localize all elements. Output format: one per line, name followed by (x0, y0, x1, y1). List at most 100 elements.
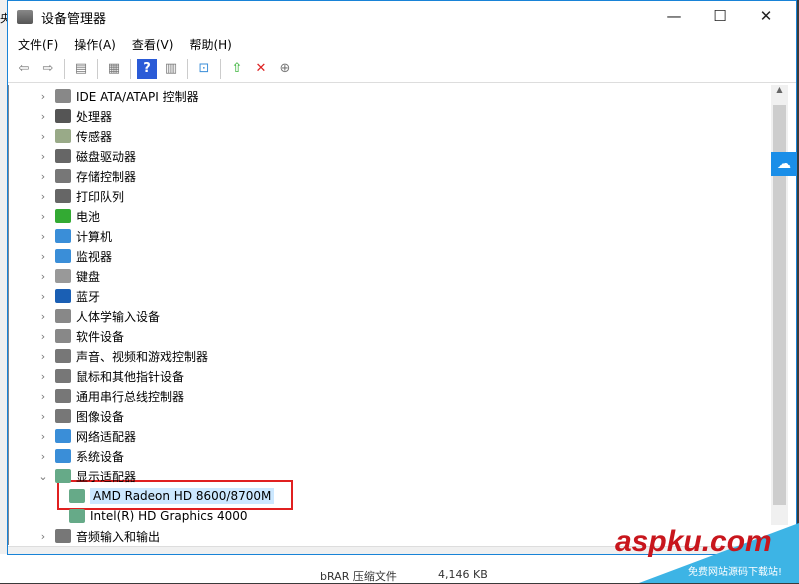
device-label: 处理器 (76, 109, 113, 124)
device-category[interactable]: › 鼠标和其他指针设备 (37, 366, 184, 386)
device-icon (55, 529, 71, 543)
device-category[interactable]: › 打印队列 (37, 186, 124, 206)
window-title: 设备管理器 (41, 11, 107, 27)
device-icon (55, 289, 71, 303)
file-size: 4,146 KB (438, 568, 488, 581)
device-category[interactable]: › 蓝牙 (37, 286, 100, 306)
maximize-button[interactable]: ☐ (697, 1, 743, 31)
device-icon (55, 409, 71, 423)
menu-action[interactable]: 操作(A) (74, 36, 116, 53)
show-hide-console-tree-icon[interactable]: ▤ (71, 59, 91, 79)
device-category[interactable]: › 存储控制器 (37, 166, 136, 186)
device-icon (55, 369, 71, 383)
device-label: 显示适配器 (76, 469, 137, 484)
vertical-scrollbar[interactable]: ▲ (771, 85, 788, 525)
device-label: 传感器 (76, 129, 113, 144)
device-category[interactable]: › 计算机 (37, 226, 112, 246)
cloud-icon[interactable]: ☁ (771, 152, 797, 176)
device-label: 通用串行总线控制器 (76, 389, 185, 404)
minimize-button[interactable]: — (651, 1, 697, 31)
device-icon (69, 509, 85, 523)
forward-icon[interactable]: ⇨ (38, 59, 58, 79)
chevron-right-icon[interactable]: › (37, 110, 49, 123)
chevron-right-icon[interactable]: › (37, 150, 49, 163)
chevron-right-icon[interactable]: › (37, 370, 49, 383)
chevron-right-icon[interactable]: › (37, 170, 49, 183)
chevron-right-icon[interactable]: › (37, 90, 49, 103)
chevron-right-icon[interactable]: › (37, 430, 49, 443)
chevron-right-icon[interactable]: › (37, 350, 49, 363)
device-item[interactable]: Intel(R) HD Graphics 4000 (69, 506, 248, 526)
device-category[interactable]: ⌄ 显示适配器 (37, 466, 136, 486)
menu-help[interactable]: 帮助(H) (189, 36, 231, 53)
device-category[interactable]: › IDE ATA/ATAPI 控制器 (37, 86, 199, 106)
device-category[interactable]: › 通用串行总线控制器 (37, 386, 184, 406)
scan-hardware-icon[interactable]: ⊡ (194, 59, 214, 79)
device-category[interactable]: › 传感器 (37, 126, 112, 146)
device-item[interactable]: AMD Radeon HD 8600/8700M (69, 486, 275, 506)
device-icon (55, 169, 71, 183)
update-driver-icon[interactable]: ⇧ (227, 59, 247, 79)
device-label: 网络适配器 (76, 429, 137, 444)
chevron-right-icon[interactable]: › (37, 270, 49, 283)
device-label: 电池 (76, 209, 101, 224)
chevron-right-icon[interactable]: › (37, 230, 49, 243)
menu-view[interactable]: 查看(V) (132, 36, 174, 53)
help-icon[interactable]: ? (137, 58, 157, 79)
uninstall-device-icon[interactable]: ✕ (251, 59, 271, 79)
device-tree: › IDE ATA/ATAPI 控制器 › 处理器 › 传感器 › 磁盘驱动器 › 存储控制器 › 打… (8, 85, 770, 545)
chevron-right-icon[interactable]: › (37, 290, 49, 303)
watermark-tagline: 免费网站源码下载站! (688, 567, 783, 578)
device-category[interactable]: › 磁盘驱动器 (37, 146, 136, 166)
device-icon (55, 329, 71, 343)
device-category[interactable]: › 图像设备 (37, 406, 124, 426)
device-icon (55, 129, 71, 143)
device-label: 键盘 (76, 269, 101, 284)
device-icon (55, 309, 71, 323)
device-category[interactable]: › 网络适配器 (37, 426, 136, 446)
device-label: 蓝牙 (76, 289, 101, 304)
close-button[interactable]: ✕ (743, 1, 789, 31)
device-label: 人体学输入设备 (76, 309, 161, 324)
device-icon (55, 109, 71, 123)
device-manager-icon (17, 10, 33, 24)
device-category[interactable]: › 电池 (37, 206, 100, 226)
separator (187, 58, 188, 79)
device-category[interactable]: › 监视器 (37, 246, 112, 266)
chevron-right-icon[interactable]: › (37, 190, 49, 203)
action-pane-icon[interactable]: ▥ (161, 59, 181, 79)
device-label: 打印队列 (76, 189, 125, 204)
device-icon (55, 209, 71, 223)
menu-file[interactable]: 文件(F) (18, 36, 58, 53)
back-icon[interactable]: ⇦ (14, 59, 34, 79)
scroll-up-icon[interactable]: ▲ (771, 85, 788, 94)
chevron-down-icon[interactable]: ⌄ (37, 470, 49, 483)
separator (220, 58, 221, 79)
chevron-right-icon[interactable]: › (37, 310, 49, 323)
watermark-logo: aspku.com (615, 525, 772, 558)
chevron-right-icon[interactable]: › (37, 390, 49, 403)
chevron-right-icon[interactable]: › (37, 450, 49, 463)
device-category[interactable]: › 人体学输入设备 (37, 306, 160, 326)
device-category[interactable]: › 软件设备 (37, 326, 124, 346)
device-category[interactable]: › 声音、视频和游戏控制器 (37, 346, 208, 366)
device-icon (69, 489, 85, 503)
chevron-right-icon[interactable]: › (37, 210, 49, 223)
chevron-right-icon[interactable]: › (37, 250, 49, 263)
device-category[interactable]: › 键盘 (37, 266, 100, 286)
chevron-right-icon[interactable]: › (37, 330, 49, 343)
device-label: 音频输入和输出 (76, 529, 161, 544)
chevron-right-icon[interactable]: › (37, 530, 49, 543)
disable-device-icon[interactable]: ⊕ (275, 59, 295, 79)
device-label: 存储控制器 (76, 169, 137, 184)
device-category[interactable]: › 系统设备 (37, 446, 124, 466)
properties-icon[interactable]: ▦ (104, 59, 124, 79)
device-category[interactable]: › 音频输入和输出 (37, 526, 160, 546)
device-icon (55, 249, 71, 263)
device-category[interactable]: › 处理器 (37, 106, 112, 126)
device-manager-window: 设备管理器 — ☐ ✕ 文件(F) 操作(A) 查看(V) 帮助(H) ⇦ ⇨ … (7, 0, 797, 555)
device-label: 图像设备 (76, 409, 125, 424)
title-bar[interactable]: 设备管理器 — ☐ ✕ (8, 1, 796, 33)
chevron-right-icon[interactable]: › (37, 130, 49, 143)
chevron-right-icon[interactable]: › (37, 410, 49, 423)
